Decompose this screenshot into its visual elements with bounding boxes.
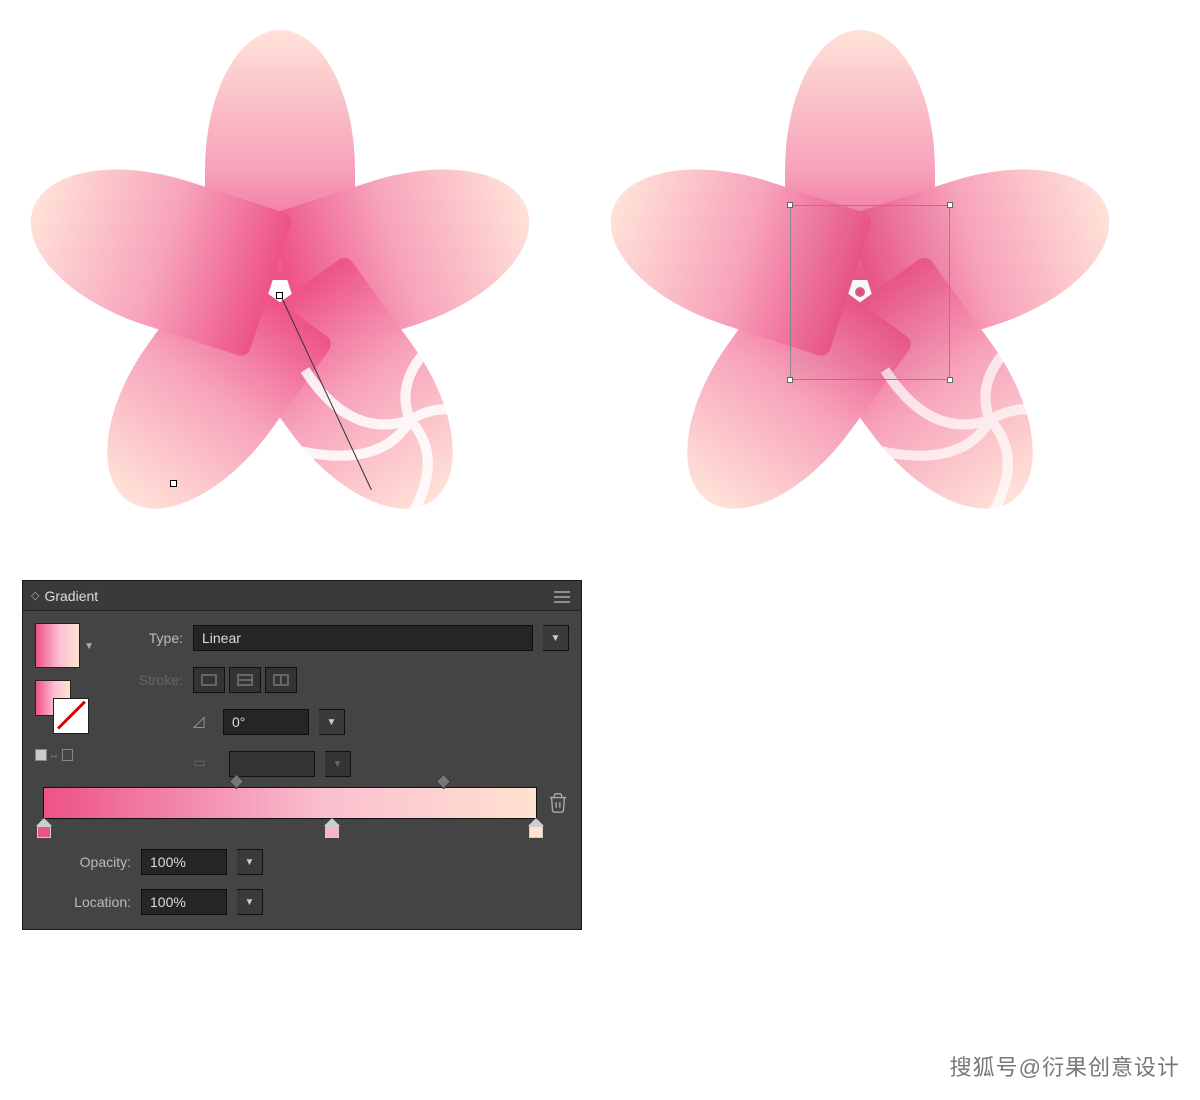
stroke-label: Stroke: xyxy=(125,672,183,688)
selection-handle[interactable] xyxy=(787,202,793,208)
panel-title: Gradient xyxy=(44,588,551,604)
artboard: ◇ Gradient ▼ ↔ xyxy=(0,0,1200,1100)
angle-icon: ◿ xyxy=(193,712,213,732)
fill-stroke-indicator[interactable] xyxy=(35,680,89,734)
gradient-slider[interactable] xyxy=(43,787,537,819)
stroke-swatch[interactable] xyxy=(53,698,89,734)
flower-left-artwork[interactable] xyxy=(40,30,520,510)
anchor-point[interactable] xyxy=(170,480,177,487)
angle-input[interactable]: 0° xyxy=(223,709,309,735)
anchor-point[interactable] xyxy=(276,292,283,299)
gradient-stop[interactable] xyxy=(36,818,52,836)
swatch-dropdown-icon[interactable]: ▼ xyxy=(84,641,94,652)
dropdown-icon[interactable]: ▼ xyxy=(319,709,345,735)
dropdown-icon[interactable]: ▼ xyxy=(325,751,351,777)
type-select[interactable]: Linear xyxy=(193,625,533,651)
selection-handle[interactable] xyxy=(947,377,953,383)
dropdown-icon[interactable]: ▼ xyxy=(237,849,263,875)
aspect-input[interactable] xyxy=(229,751,315,777)
stroke-align-along[interactable] xyxy=(229,667,261,693)
panel-header[interactable]: ◇ Gradient xyxy=(23,581,581,611)
gradient-swatch[interactable] xyxy=(35,623,80,668)
selection-bounding-box[interactable] xyxy=(790,205,950,380)
stroke-align-across[interactable] xyxy=(265,667,297,693)
aspect-ratio-icon: ▭ xyxy=(193,754,219,774)
dropdown-icon[interactable]: ▼ xyxy=(543,625,569,651)
type-label: Type: xyxy=(125,630,183,646)
delete-stop-icon[interactable] xyxy=(547,792,569,814)
location-input[interactable]: 100% xyxy=(141,889,227,915)
reverse-gradient-icon[interactable]: ↔ xyxy=(35,746,73,764)
watermark: 搜狐号@衍果创意设计 xyxy=(950,1050,1180,1082)
dropdown-icon[interactable]: ▼ xyxy=(237,889,263,915)
selection-handle[interactable] xyxy=(947,202,953,208)
gradient-stop[interactable] xyxy=(324,818,340,836)
gradient-stop[interactable] xyxy=(528,818,544,836)
selection-handle[interactable] xyxy=(787,377,793,383)
opacity-input[interactable]: 100% xyxy=(141,849,227,875)
gradient-panel: ◇ Gradient ▼ ↔ xyxy=(22,580,582,930)
stroke-align-within[interactable] xyxy=(193,667,225,693)
location-label: Location: xyxy=(73,894,131,910)
collapse-icon[interactable]: ◇ xyxy=(31,589,39,602)
opacity-label: Opacity: xyxy=(73,854,131,870)
panel-menu-icon[interactable] xyxy=(551,588,573,604)
